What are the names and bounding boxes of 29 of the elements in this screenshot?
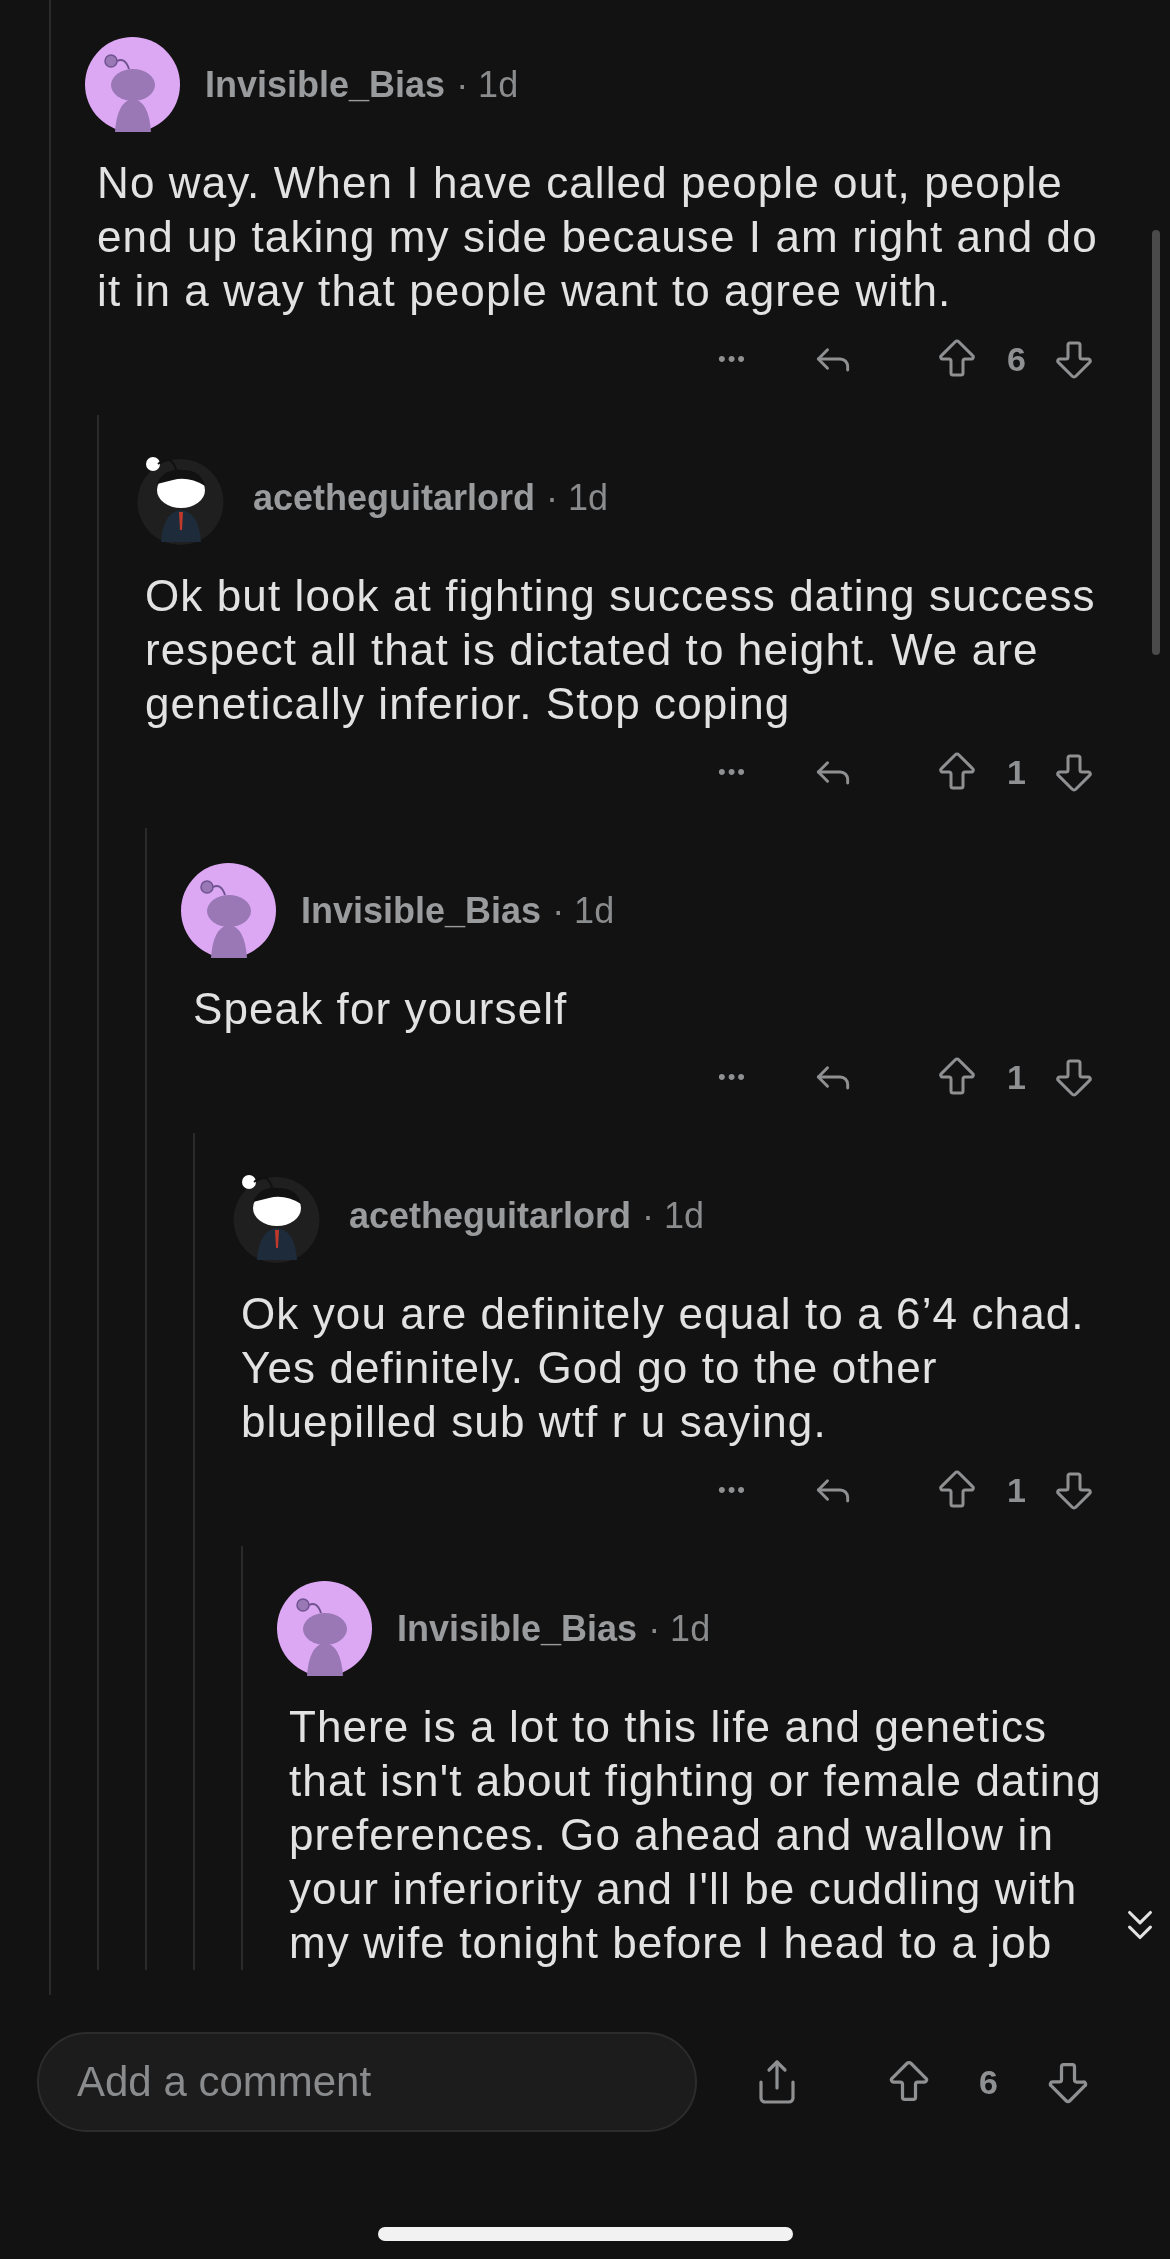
comment-input[interactable]: Add a comment (37, 2032, 697, 2132)
user-avatar[interactable] (85, 37, 180, 132)
more-button[interactable]: ••• (717, 759, 748, 785)
username[interactable]: Invisible_Bias (301, 889, 542, 932)
comment-text: Ok you are definitely equal to a 6’4 chad. Yes definitely. God go to the other bluepilled sub wtf r u saying. (241, 1288, 1086, 1448)
vote-count: 1 (1007, 1470, 1026, 1510)
vote-count: 1 (1007, 1057, 1026, 1097)
comment-age: · 1d (648, 1607, 711, 1650)
vote-count: 6 (1007, 339, 1026, 379)
comment-text: Speak for yourself (193, 983, 569, 1035)
user-avatar[interactable] (277, 1581, 372, 1676)
username[interactable]: Invisible_Bias (397, 1607, 638, 1650)
username[interactable]: Invisible_Bias (205, 63, 446, 106)
user-avatar[interactable] (181, 863, 276, 958)
comment-age: · 1d (552, 889, 615, 932)
username[interactable]: acetheguitarlord (253, 476, 536, 519)
username[interactable]: acetheguitarlord (349, 1194, 632, 1237)
more-button[interactable]: ••• (717, 1064, 748, 1090)
vote-count: 6 (979, 2062, 998, 2102)
more-button[interactable]: ••• (717, 346, 748, 372)
comment-text: Ok but look at fighting success dating success respect all that is dictated to height. We are genetically inferior. Stop coping (145, 570, 1097, 730)
scrollbar[interactable] (1152, 230, 1160, 655)
comment-text: There is a lot to this life and genetics that isn't about fighting or female dating preferences. Go ahead and wallow in your inferiority and I'll be cuddling with my wife tonight before I head to a job (289, 1701, 1103, 1969)
comment-text: No way. When I have called people out, people end up taking my side because I am right and do it in a way that people want to agree with. (97, 157, 1099, 317)
more-button[interactable]: ••• (717, 1477, 748, 1503)
vote-count: 1 (1007, 752, 1026, 792)
comment-age: · 1d (546, 476, 609, 519)
comment-age: · 1d (456, 63, 519, 106)
comment-age: · 1d (642, 1194, 705, 1237)
